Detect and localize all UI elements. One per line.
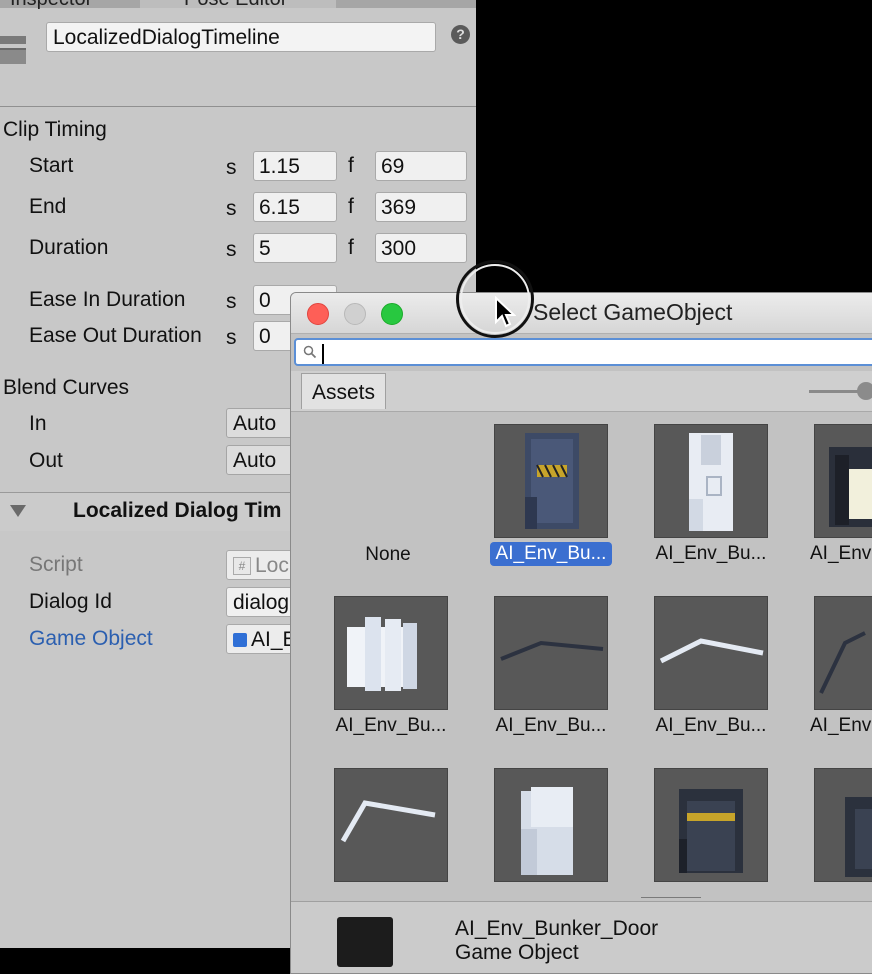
- asset-item[interactable]: AI_Env: [810, 424, 872, 564]
- asset-grid: None AI_Env_Bu... AI_Env_Bu... AI_Env AI…: [291, 412, 872, 898]
- asset-thumbnail: [654, 424, 768, 538]
- duration-f-unit: f: [348, 236, 354, 259]
- asset-caption: AI_Env_Bu...: [655, 543, 767, 564]
- blend-out-label: Out: [29, 449, 63, 472]
- asset-item[interactable]: AI_Env: [810, 596, 872, 736]
- start-seconds-field[interactable]: 1.15: [253, 151, 337, 181]
- asset-item[interactable]: AI_Env_Bu...: [334, 596, 448, 736]
- object-name-field[interactable]: LocalizedDialogTimeline: [46, 22, 436, 52]
- asset-item[interactable]: AI_Env_Bu...: [494, 596, 608, 736]
- divider: [0, 106, 476, 107]
- duration-seconds-field[interactable]: 5: [253, 233, 337, 263]
- ease-out-label: Ease Out Duration: [29, 324, 202, 347]
- asset-thumbnail: [814, 596, 872, 710]
- blend-curves-header: Blend Curves: [3, 376, 130, 399]
- search-icon: [303, 345, 317, 359]
- start-label: Start: [29, 154, 74, 177]
- asset-caption: AI_Env_Bu...: [490, 542, 612, 566]
- asset-thumbnail: [814, 768, 872, 882]
- selected-asset-type: Game Object: [455, 941, 579, 964]
- zoom-slider-handle[interactable]: [857, 382, 872, 400]
- tab-assets[interactable]: Assets: [301, 373, 387, 409]
- asset-thumbnail: [334, 596, 448, 710]
- asset-item[interactable]: [334, 768, 448, 882]
- start-frames-field[interactable]: 69: [375, 151, 467, 181]
- asset-item[interactable]: [814, 768, 872, 882]
- end-f-unit: f: [348, 195, 354, 218]
- tab-pose-editor[interactable]: Pose Editor: [184, 0, 287, 11]
- ease-out-s-unit: s: [226, 326, 237, 349]
- asset-thumbnail: [654, 596, 768, 710]
- asset-caption: AI_Env_Bu...: [655, 715, 767, 736]
- tab-bar: Assets: [291, 371, 872, 412]
- end-frames-field[interactable]: 369: [375, 192, 467, 222]
- asset-thumbnail: [814, 424, 872, 538]
- clip-timing-header: Clip Timing: [3, 118, 107, 141]
- close-button[interactable]: [307, 303, 329, 325]
- gameobject-icon: [0, 36, 26, 44]
- asset-caption: AI_Env: [810, 543, 872, 564]
- mouse-pointer-icon: [495, 296, 516, 328]
- cube-icon: [233, 633, 247, 648]
- script-value: Loc: [255, 554, 289, 577]
- game-object-label: Game Object: [29, 627, 153, 650]
- asset-caption: None: [365, 544, 411, 565]
- dialog-id-label: Dialog Id: [29, 590, 112, 613]
- end-seconds-field[interactable]: 6.15: [253, 192, 337, 222]
- asset-item[interactable]: [654, 768, 768, 882]
- component-title: Localized Dialog Tim: [73, 499, 282, 522]
- ease-in-s-unit: s: [226, 290, 237, 313]
- end-label: End: [29, 195, 67, 218]
- asset-thumbnail: [494, 596, 608, 710]
- start-f-unit: f: [348, 154, 354, 177]
- window-title: Select GameObject: [533, 299, 733, 325]
- asset-thumbnail: [494, 768, 608, 882]
- select-gameobject-window: Select GameObject Assets None AI_Env_Bu.…: [290, 292, 872, 974]
- foldout-triangle-icon[interactable]: [10, 505, 26, 517]
- asset-item[interactable]: AI_Env_Bu...: [654, 596, 768, 736]
- selected-preview-thumbnail: [337, 917, 393, 967]
- duration-label: Duration: [29, 236, 109, 259]
- asset-thumbnail: [654, 768, 768, 882]
- blend-in-label: In: [29, 412, 47, 435]
- asset-item[interactable]: AI_Env_Bu...: [654, 424, 768, 564]
- search-input[interactable]: [294, 338, 872, 366]
- ease-in-label: Ease In Duration: [29, 288, 186, 311]
- script-label: Script: [29, 553, 83, 576]
- asset-caption: AI_Env_Bu...: [335, 715, 447, 736]
- tab-inspector[interactable]: Inspector: [10, 0, 92, 11]
- asset-caption: AI_Env_Bu...: [495, 715, 607, 736]
- minimize-button[interactable]: [344, 303, 366, 325]
- question-icon[interactable]: ?: [451, 25, 470, 44]
- start-s-unit: s: [226, 156, 237, 179]
- gameobject-icon-base: [0, 48, 26, 64]
- script-hash-icon: #: [233, 557, 251, 576]
- asset-caption: AI_Env: [810, 715, 872, 736]
- duration-frames-field[interactable]: 300: [375, 233, 467, 263]
- selected-asset-name: AI_Env_Bunker_Door: [455, 917, 659, 940]
- end-s-unit: s: [226, 197, 237, 220]
- asset-thumbnail: [334, 768, 448, 882]
- asset-item[interactable]: AI_Env_Bu...: [490, 424, 612, 566]
- text-caret: [322, 344, 324, 364]
- duration-s-unit: s: [226, 238, 237, 261]
- asset-thumbnail: [494, 424, 608, 538]
- zoom-button[interactable]: [381, 303, 403, 325]
- asset-item[interactable]: [494, 768, 608, 882]
